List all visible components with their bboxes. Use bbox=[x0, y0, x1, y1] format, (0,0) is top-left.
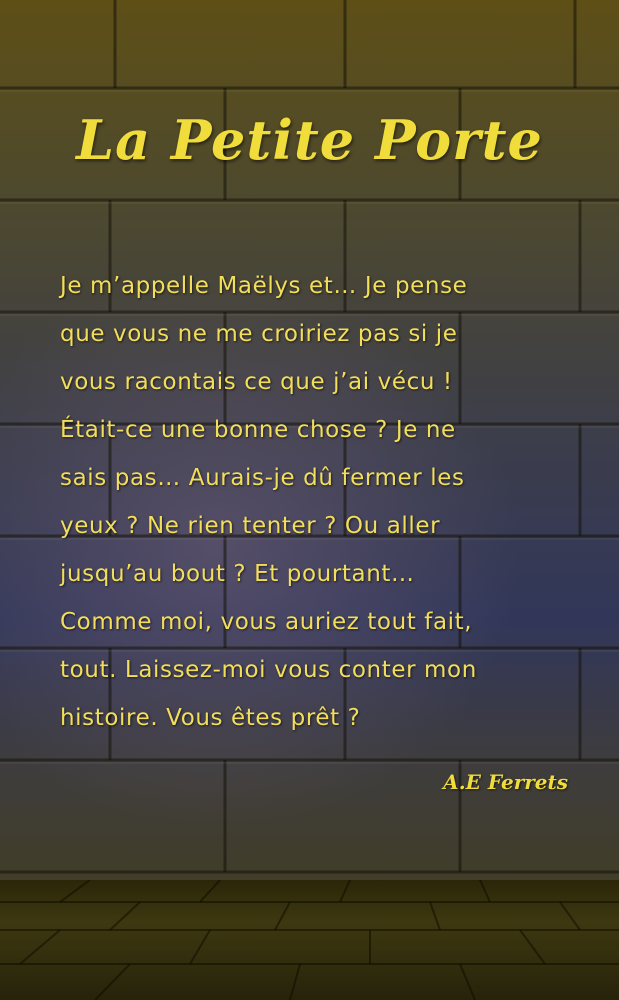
blurb-line: yeux ? Ne rien tenter ? Ou aller bbox=[60, 513, 441, 539]
blurb-line: jusqu’au bout ? Et pourtant… bbox=[60, 561, 415, 587]
blurb-line: vous racontais ce que j’ai vécu ! bbox=[60, 369, 453, 395]
blurb-line: que vous ne me croiriez pas si je bbox=[60, 321, 458, 347]
blurb-line: Comme moi, vous auriez tout fait, bbox=[60, 609, 473, 635]
book-title: La Petite Porte bbox=[76, 108, 543, 172]
blurb-line: Était-ce une bonne chose ? Je ne bbox=[60, 417, 456, 443]
blurb-line: sais pas… Aurais-je dû fermer les bbox=[60, 465, 465, 491]
blurb-line: Je m’appelle Maëlys et… Je pense bbox=[60, 273, 468, 299]
blurb-line: tout. Laissez-moi vous conter mon bbox=[60, 657, 477, 683]
author-name: A.E Ferrets bbox=[443, 770, 568, 794]
blurb: Je m’appelle Maëlys et… Je pense que vou… bbox=[60, 262, 565, 742]
floor-tiles bbox=[0, 880, 619, 1000]
blurb-line: histoire. Vous êtes prêt ? bbox=[60, 705, 361, 731]
